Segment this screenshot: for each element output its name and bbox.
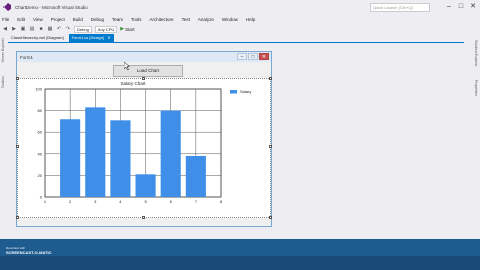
- menu-analyze[interactable]: Analyze: [198, 16, 214, 24]
- back-icon[interactable]: ◀: [2, 26, 8, 32]
- legend-label: Salary: [240, 89, 251, 94]
- resize-handle[interactable]: [16, 216, 19, 219]
- menu-team[interactable]: Team: [112, 16, 123, 24]
- config-dropdown[interactable]: Debug: [74, 25, 92, 33]
- recorder-watermark: Recorded with SCREENCAST-O-MATIC: [6, 246, 51, 255]
- bar: [60, 119, 81, 197]
- y-tick-label: 100: [35, 87, 42, 92]
- play-icon: ▶: [120, 26, 125, 32]
- tab-close-icon[interactable]: ✕: [107, 35, 110, 40]
- minimize-icon[interactable]: –: [444, 2, 454, 12]
- quick-launch-input[interactable]: Quick Launch (Ctrl+Q): [370, 3, 430, 12]
- form-close-icon: ✕: [259, 53, 269, 60]
- x-tick-label: 7: [195, 199, 198, 204]
- start-button[interactable]: ▶ Start: [120, 26, 134, 32]
- server-explorer-tab[interactable]: Server Explorer: [1, 38, 5, 62]
- form-maximize-icon: □: [248, 53, 258, 60]
- y-tick-label: 60: [38, 130, 43, 135]
- title-bar: ChartDemo - Microsoft Visual Studio Quic…: [0, 0, 480, 16]
- form-title: Form1: [20, 54, 34, 60]
- resize-handle[interactable]: [269, 77, 272, 80]
- resize-handle[interactable]: [269, 216, 272, 219]
- chart-svg: Salary Chart 0 20 40 60 80 100 1 2 3 4 5 6 7 8 Salary: [35, 81, 251, 204]
- legend-swatch: [230, 90, 237, 94]
- menu-file[interactable]: File: [2, 16, 9, 24]
- menu-tools[interactable]: Tools: [131, 16, 142, 24]
- properties-tab[interactable]: Properties: [474, 80, 478, 96]
- maximize-icon[interactable]: □: [456, 2, 466, 12]
- document-tabs: ClassHierarchy.xml [Diagram] Form1.cs [D…: [8, 34, 114, 42]
- menu-debug[interactable]: Debug: [91, 16, 104, 24]
- bar: [160, 110, 181, 197]
- form-window[interactable]: Form1 – □ ✕ Load Chart Salary Chart 0 20 40…: [16, 51, 272, 227]
- chart-control[interactable]: Salary Chart 0 20 40 60 80 100 1 2 3 4 5 6 7 8 Salary: [16, 77, 272, 219]
- undo-icon[interactable]: ↶: [56, 26, 62, 32]
- toolbar: ◀ ▶ ▣ ▤ ■ ▦ ↶ ↷ Debug Any CPU ▶ Start: [0, 24, 480, 34]
- x-tick-label: 5: [144, 199, 147, 204]
- open-icon[interactable]: ▤: [29, 26, 35, 32]
- tab-label: ClassHierarchy.xml [Diagram]: [11, 35, 64, 40]
- status-bar: [0, 239, 480, 256]
- bar: [85, 107, 106, 197]
- start-label: Start: [125, 26, 135, 32]
- x-tick-label: 6: [170, 199, 173, 204]
- y-tick-label: 20: [38, 173, 43, 178]
- visual-studio-logo-icon: [3, 3, 11, 11]
- solution-explorer-tab[interactable]: Solution Explorer: [474, 40, 478, 67]
- menu-build[interactable]: Build: [73, 16, 83, 24]
- menu-window[interactable]: Window: [222, 16, 238, 24]
- bar: [185, 155, 206, 197]
- chart-title: Salary Chart: [120, 81, 146, 86]
- menu-help[interactable]: Help: [246, 16, 255, 24]
- new-project-icon[interactable]: ▣: [20, 26, 26, 32]
- y-tick-label: 40: [38, 151, 43, 156]
- redo-icon[interactable]: ↷: [65, 26, 71, 32]
- save-all-icon[interactable]: ▦: [47, 26, 53, 32]
- bar: [110, 120, 131, 197]
- y-tick-label: 0: [40, 195, 43, 200]
- right-tool-strip: Solution Explorer Properties: [468, 36, 480, 238]
- save-icon[interactable]: ■: [38, 26, 44, 32]
- tab-form1-design[interactable]: Form1.cs [Design] ✕: [68, 34, 114, 42]
- menu-test[interactable]: Test: [182, 16, 190, 24]
- watermark-line2: SCREENCAST-O-MATIC: [6, 250, 52, 255]
- resize-handle[interactable]: [269, 145, 272, 148]
- toolbox-tab[interactable]: Toolbox: [1, 76, 5, 88]
- menu-bar: File Edit View Project Build Debug Team …: [0, 16, 480, 24]
- menu-edit[interactable]: Edit: [17, 16, 25, 24]
- forward-icon[interactable]: ▶: [11, 26, 17, 32]
- menu-view[interactable]: View: [33, 16, 43, 24]
- resize-handle[interactable]: [142, 216, 145, 219]
- form-minimize-icon: –: [237, 53, 247, 60]
- resize-handle[interactable]: [16, 77, 19, 80]
- tab-label: Form1.cs [Design]: [71, 35, 105, 40]
- resize-handle[interactable]: [16, 145, 19, 148]
- x-tick-label: 2: [69, 199, 72, 204]
- taskbar: [0, 256, 480, 270]
- x-tick-label: 3: [94, 199, 97, 204]
- left-tool-strip: Server Explorer Toolbox: [0, 36, 7, 238]
- form-title-bar: Form1 – □ ✕: [17, 52, 271, 62]
- x-tick-label: 8: [220, 199, 223, 204]
- bar: [135, 174, 156, 197]
- menu-project[interactable]: Project: [51, 16, 65, 24]
- app-title: ChartDemo - Microsoft Visual Studio: [15, 5, 88, 10]
- x-tick-label: 1: [44, 199, 47, 204]
- mouse-cursor-icon: [124, 62, 130, 70]
- menu-architecture[interactable]: Architecture: [150, 16, 174, 24]
- y-tick-label: 80: [38, 108, 43, 113]
- resize-handle[interactable]: [142, 77, 145, 80]
- platform-dropdown[interactable]: Any CPU: [94, 25, 118, 33]
- x-tick-label: 4: [119, 199, 122, 204]
- close-icon[interactable]: ✕: [468, 2, 478, 12]
- tab-class-hierarchy[interactable]: ClassHierarchy.xml [Diagram]: [8, 34, 67, 42]
